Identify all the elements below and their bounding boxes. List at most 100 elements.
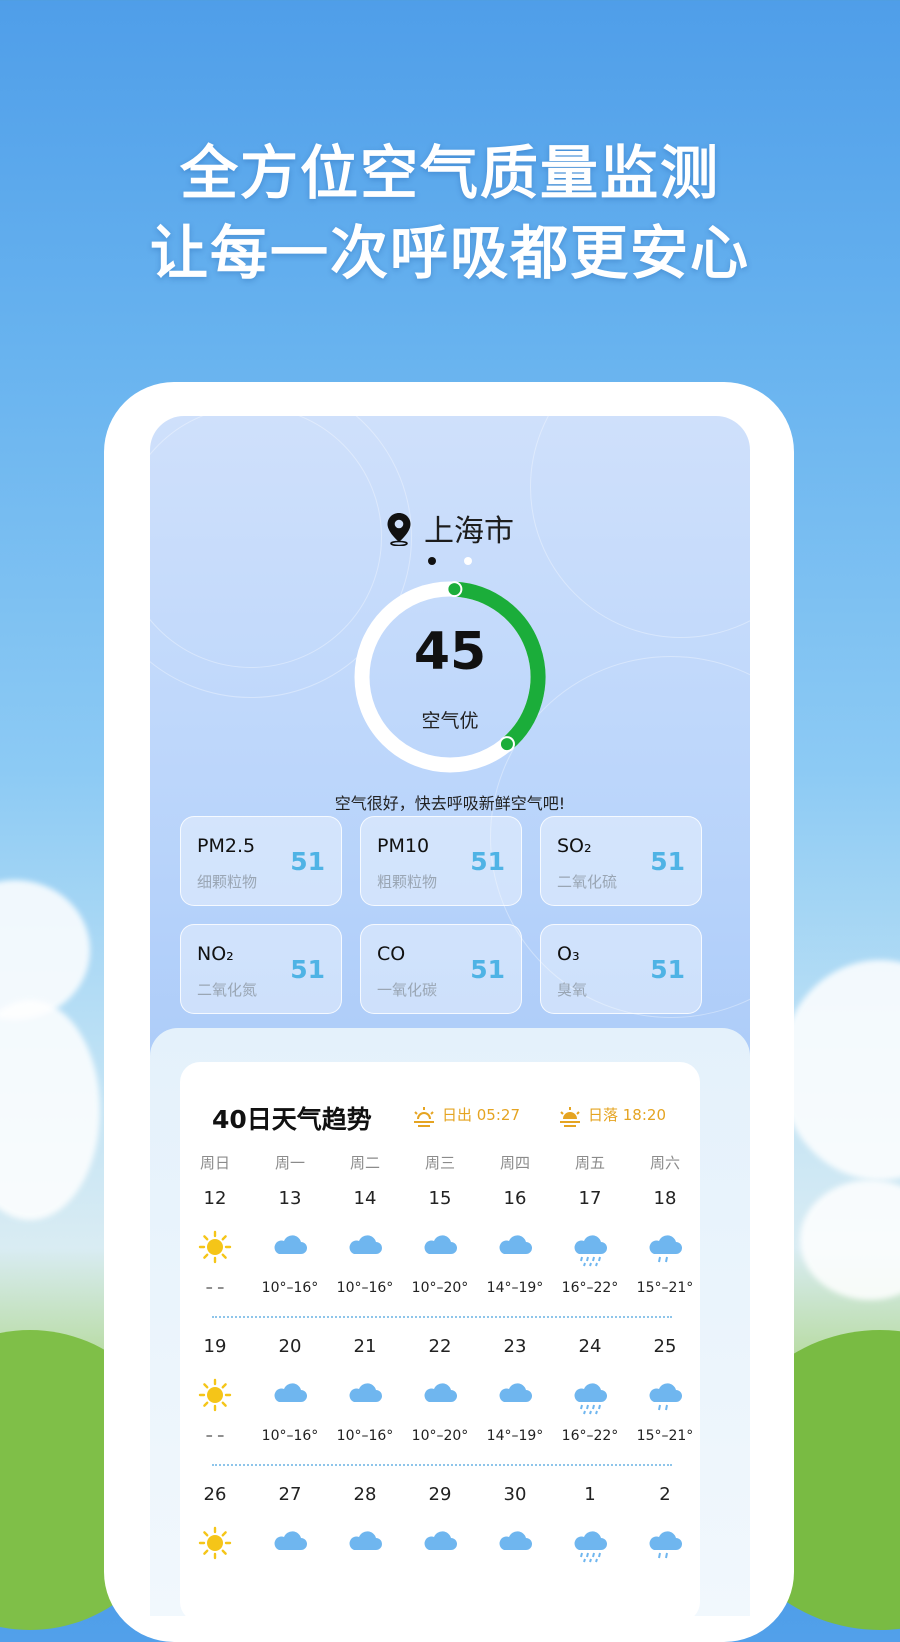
cloud-icon bbox=[478, 1526, 552, 1564]
light-rain-icon bbox=[628, 1378, 702, 1420]
cloud-icon bbox=[253, 1230, 327, 1268]
aqi-gauge-end-knob bbox=[498, 736, 515, 753]
forecast-temp-range: 16°–22° bbox=[561, 1428, 619, 1444]
pollutant-cn-name: 一氧化碳 bbox=[377, 981, 438, 999]
forecast-day[interactable]: 24 bbox=[553, 1336, 627, 1357]
pollutant-card[interactable]: NO₂ 二氧化氮 51 bbox=[180, 924, 342, 1014]
headline-line-1: 全方位空气质量监测 bbox=[179, 139, 720, 207]
pollutant-name: PM10 bbox=[377, 835, 430, 857]
page-indicator[interactable] bbox=[150, 550, 750, 569]
weekday-label: 周二 bbox=[349, 1154, 380, 1172]
forecast-day[interactable]: 20 bbox=[253, 1336, 327, 1357]
cloud-icon bbox=[328, 1378, 402, 1416]
pollutant-cn-name: 粗颗粒物 bbox=[377, 873, 438, 891]
forecast-temp-range: 15°–21° bbox=[636, 1280, 694, 1296]
forecast-temp-range: 10°–16° bbox=[336, 1428, 394, 1444]
forecast-temp-range: 10°–16° bbox=[336, 1280, 394, 1296]
headline-line-2: 让每一次呼吸都更安心 bbox=[149, 219, 750, 287]
forecast-day[interactable]: 1 bbox=[553, 1484, 627, 1505]
weekday-label: 周五 bbox=[574, 1154, 605, 1172]
cloud-icon bbox=[328, 1526, 402, 1564]
forecast-day[interactable]: 26 bbox=[178, 1484, 252, 1505]
pollutant-value: 51 bbox=[290, 847, 325, 876]
forecast-day[interactable]: 27 bbox=[253, 1484, 327, 1505]
forecast-day[interactable]: 29 bbox=[403, 1484, 477, 1505]
forecast-day[interactable]: 25 bbox=[628, 1336, 702, 1357]
forecast-temp-range: 10°–20° bbox=[411, 1428, 469, 1444]
weekday-label: 周三 bbox=[424, 1154, 455, 1172]
cloud-icon bbox=[328, 1230, 402, 1268]
week-divider bbox=[212, 1316, 672, 1318]
forecast-day[interactable]: 17 bbox=[553, 1188, 627, 1209]
sunset-info: 日落 18:20 bbox=[558, 1104, 666, 1127]
pollutant-name: PM2.5 bbox=[197, 835, 256, 857]
forecast-temp-range: 10°–16° bbox=[261, 1280, 319, 1296]
aqi-gauge-start-knob bbox=[446, 581, 463, 598]
aqi-level: 空气优 bbox=[421, 710, 479, 732]
weekday-label: 周六 bbox=[649, 1154, 680, 1172]
cloud-icon bbox=[403, 1526, 477, 1564]
sunrise-time: 日出 05:27 bbox=[442, 1106, 520, 1124]
forecast-day[interactable]: 12 bbox=[178, 1188, 252, 1209]
page-dot-active[interactable] bbox=[428, 557, 436, 565]
light-rain-icon bbox=[628, 1230, 702, 1272]
forecast-day[interactable]: 19 bbox=[178, 1336, 252, 1357]
cloud-icon bbox=[253, 1526, 327, 1564]
pollutant-value: 51 bbox=[470, 847, 505, 876]
forecast-day[interactable]: 23 bbox=[478, 1336, 552, 1357]
forecast-temp-range: 16°–22° bbox=[561, 1280, 619, 1296]
forecast-temp-range: 14°–19° bbox=[486, 1428, 544, 1444]
location-header[interactable]: 上海市 bbox=[150, 506, 750, 554]
pollutant-value: 51 bbox=[470, 955, 505, 984]
pollutant-cn-name: 二氧化硫 bbox=[557, 873, 618, 891]
pollutant-value: 51 bbox=[290, 955, 325, 984]
forecast-temp-range: 10°–20° bbox=[411, 1280, 469, 1296]
forecast-temp-range: – – bbox=[205, 1280, 225, 1296]
weekday-label: 周一 bbox=[274, 1154, 305, 1172]
forecast-day[interactable]: 13 bbox=[253, 1188, 327, 1209]
pollutant-card[interactable]: PM2.5 细颗粒物 51 bbox=[180, 816, 342, 906]
pollutant-cn-name: 臭氧 bbox=[557, 981, 588, 999]
heavy-rain-icon bbox=[553, 1230, 627, 1272]
location-pin-icon bbox=[386, 512, 412, 554]
forecast-day[interactable]: 15 bbox=[403, 1188, 477, 1209]
pollutant-value: 51 bbox=[650, 955, 685, 984]
forecast-day[interactable]: 28 bbox=[328, 1484, 402, 1505]
pollutant-name: CO bbox=[377, 943, 406, 965]
weekday-label: 周四 bbox=[499, 1154, 530, 1172]
cloud-icon bbox=[403, 1230, 477, 1268]
pollutant-name: O₃ bbox=[557, 943, 580, 965]
cloud-icon bbox=[403, 1378, 477, 1416]
sun-icon bbox=[178, 1526, 252, 1564]
forecast-temp-range: 15°–21° bbox=[636, 1428, 694, 1444]
heavy-rain-icon bbox=[553, 1526, 627, 1568]
pollutant-cn-name: 细颗粒物 bbox=[197, 873, 258, 891]
pollutant-card[interactable]: O₃ 臭氧 51 bbox=[540, 924, 702, 1014]
page-dot[interactable] bbox=[464, 557, 472, 565]
pollutant-card[interactable]: SO₂ 二氧化硫 51 bbox=[540, 816, 702, 906]
forecast-day[interactable]: 18 bbox=[628, 1188, 702, 1209]
pollutant-card[interactable]: PM10 粗颗粒物 51 bbox=[360, 816, 522, 906]
pollutant-card[interactable]: CO 一氧化碳 51 bbox=[360, 924, 522, 1014]
light-rain-icon bbox=[628, 1526, 702, 1568]
phone-screen: 上海市 45 空气优 空气很好，快去呼吸新鲜空气吧! PM2.5 细颗粒物 51… bbox=[150, 416, 750, 1616]
cloud-icon bbox=[478, 1378, 552, 1416]
cloud-icon bbox=[253, 1378, 327, 1416]
cloud-icon bbox=[478, 1230, 552, 1268]
forecast-day[interactable]: 2 bbox=[628, 1484, 702, 1505]
forecast-day[interactable]: 14 bbox=[328, 1188, 402, 1209]
weekday-label: 周日 bbox=[199, 1154, 230, 1172]
week-divider bbox=[212, 1464, 672, 1466]
sun-icon bbox=[178, 1378, 252, 1416]
pollutant-cn-name: 二氧化氮 bbox=[197, 981, 258, 999]
sunrise-info: 日出 05:27 bbox=[412, 1104, 520, 1127]
forecast-day[interactable]: 30 bbox=[478, 1484, 552, 1505]
forecast-day[interactable]: 22 bbox=[403, 1336, 477, 1357]
forecast-day[interactable]: 16 bbox=[478, 1188, 552, 1209]
sunset-time: 日落 18:20 bbox=[588, 1106, 666, 1124]
forecast-temp-range: 14°–19° bbox=[486, 1280, 544, 1296]
sun-icon bbox=[178, 1230, 252, 1268]
forecast-panel: 40日天气趋势 日出 05:27 日落 18:20 周日 周一 周二 周三 周四… bbox=[150, 1028, 750, 1616]
pollutant-name: NO₂ bbox=[197, 943, 234, 965]
forecast-day[interactable]: 21 bbox=[328, 1336, 402, 1357]
